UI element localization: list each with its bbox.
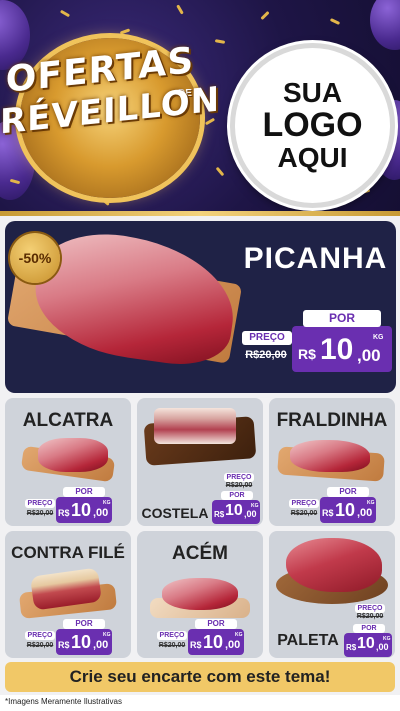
flyer: OFERTAS DE RÉVEILLON SUA LOGO AQUI -50% … <box>0 0 400 711</box>
price-integer: 10 <box>225 502 243 519</box>
price-cents: ,00 <box>225 639 241 651</box>
price-currency: R$ <box>298 346 316 362</box>
old-price: R$20,00 <box>356 613 384 620</box>
por-label: POR <box>327 487 369 497</box>
price-cents: ,00 <box>376 642 389 652</box>
product-name: FRALDINHA <box>276 410 388 431</box>
confetti-decoration <box>329 18 341 25</box>
confetti-decoration <box>100 197 110 206</box>
old-price: R$20,00 <box>26 642 54 649</box>
por-label: POR <box>195 619 237 629</box>
price-integer: 10 <box>71 632 92 652</box>
price-integer: 10 <box>203 632 224 652</box>
confetti-decoration <box>176 4 184 15</box>
footnote: *Imagens Meramente Ilustrativas <box>5 697 122 706</box>
header-banner: OFERTAS DE RÉVEILLON SUA LOGO AQUI <box>0 0 400 215</box>
por-label: POR <box>221 491 253 500</box>
product-name: CONTRA FILÉ <box>11 543 125 562</box>
price-unit: KG <box>367 500 375 506</box>
product-name: ALCATRA <box>22 410 114 431</box>
confetti-decoration <box>59 9 71 18</box>
cta-banner[interactable]: Crie seu encarte com este tema! <box>5 662 395 692</box>
confetti-decoration <box>214 39 226 44</box>
confetti-decoration <box>260 10 270 21</box>
confetti-decoration <box>215 166 225 177</box>
old-price: R$20,00 <box>26 510 54 517</box>
price-currency: R$ <box>58 508 70 518</box>
acem-meat-image <box>162 578 238 610</box>
old-price: R$20,00 <box>158 642 186 649</box>
price-integer: 10 <box>71 500 92 520</box>
alcatra-meat-image <box>38 438 108 472</box>
fraldinha-meat-image <box>290 440 370 472</box>
price-integer: 10 <box>335 500 356 520</box>
costela-meat-image <box>154 408 236 444</box>
product-name: COSTELA <box>141 505 209 521</box>
logo-line-1: SUA <box>282 77 343 109</box>
por-label: POR <box>353 624 385 633</box>
price-unit: KG <box>373 334 384 341</box>
preco-label: PREÇO <box>242 331 292 345</box>
price-cents: ,00 <box>93 507 109 519</box>
price-unit: KG <box>103 500 111 506</box>
price-currency: R$ <box>214 510 225 519</box>
product-name: PALETA <box>277 632 339 649</box>
confetti-decoration <box>119 28 131 35</box>
por-label: POR <box>303 310 381 327</box>
por-label: POR <box>63 619 105 629</box>
price-integer: 10 <box>320 333 354 366</box>
price-unit: KG <box>383 636 391 642</box>
product-name: ACÉM <box>172 543 228 564</box>
discount-badge: -50% <box>10 233 60 283</box>
price-cents: ,00 <box>357 346 381 365</box>
preco-label: PREÇO <box>355 604 385 613</box>
logo-placeholder: SUA LOGO AQUI <box>230 43 395 208</box>
preco-label: PREÇO <box>224 473 254 482</box>
price-currency: R$ <box>322 508 334 518</box>
preco-label: PREÇO <box>25 499 55 508</box>
price-cents: ,00 <box>244 509 257 519</box>
balloon-decoration <box>370 0 400 50</box>
por-label: POR <box>63 487 105 497</box>
preco-label: PREÇO <box>289 499 319 508</box>
price-unit: KG <box>103 632 111 638</box>
price-cents: ,00 <box>93 639 109 651</box>
paleta-meat-image <box>286 538 382 592</box>
price-unit: KG <box>251 503 259 509</box>
preco-label: PREÇO <box>25 631 55 640</box>
old-price: R$20,00 <box>225 482 253 489</box>
price-currency: R$ <box>190 640 202 650</box>
old-price: R$20,00 <box>245 349 287 361</box>
price-currency: R$ <box>346 643 357 652</box>
price-integer: 10 <box>357 635 375 652</box>
logo-line-3: AQUI <box>277 142 348 174</box>
logo-line-2: LOGO <box>262 105 363 144</box>
old-price: R$20,00 <box>290 510 318 517</box>
price-currency: R$ <box>58 640 70 650</box>
price-cents: ,00 <box>357 507 373 519</box>
price-unit: KG <box>235 632 243 638</box>
featured-product-name: PICANHA <box>243 242 388 275</box>
preco-label: PREÇO <box>157 631 187 640</box>
